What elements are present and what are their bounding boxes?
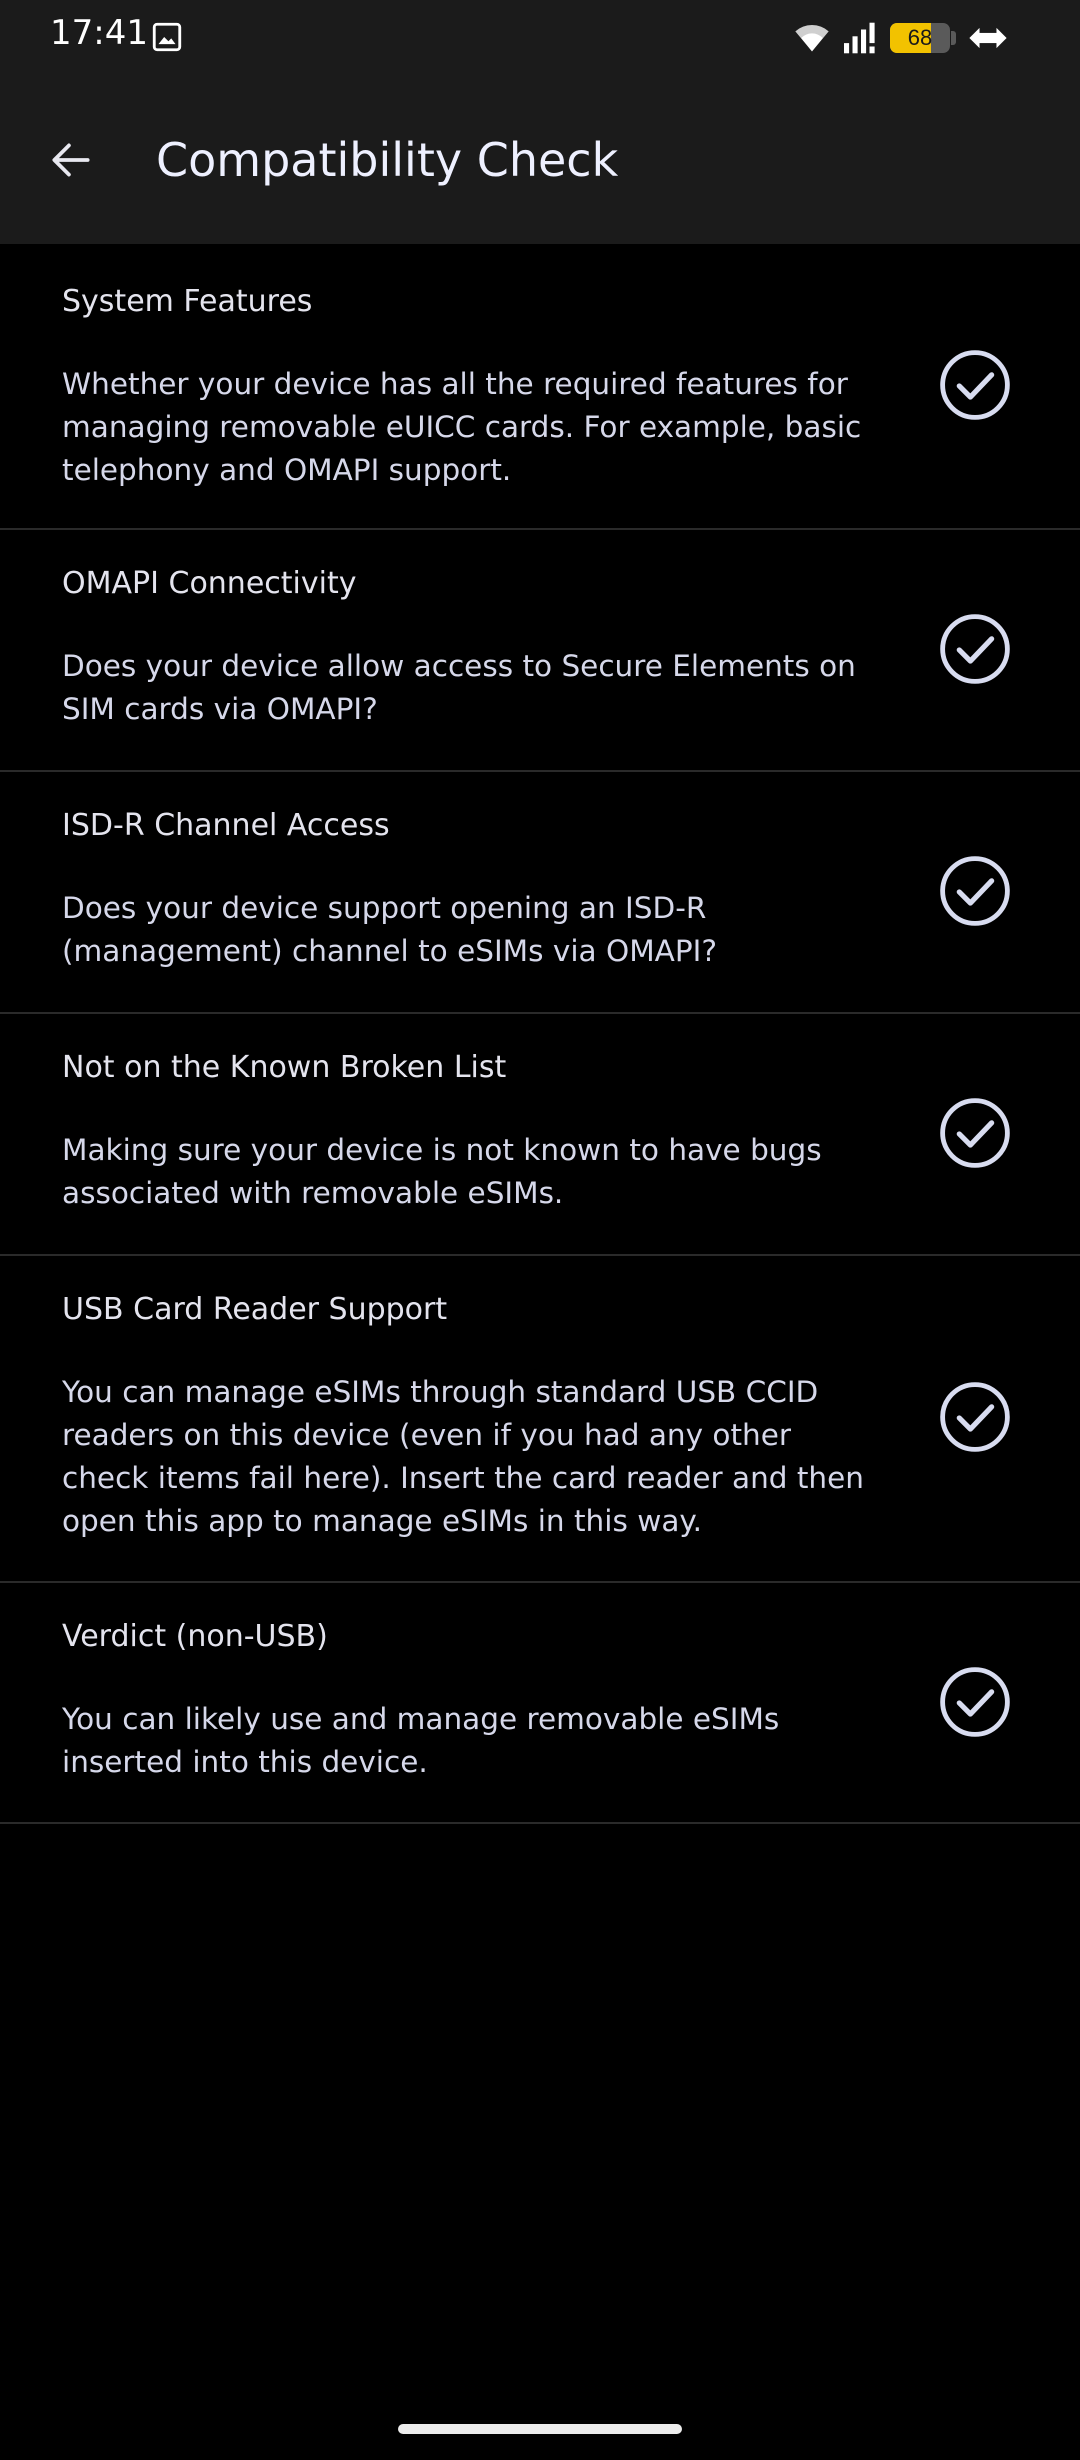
check-circle-icon <box>940 1098 1010 1168</box>
battery-icon: 68 <box>890 23 950 53</box>
status-icons: 68 <box>792 18 1010 58</box>
check-item-verdict: Verdict (non-USB) You can likely use and… <box>0 1583 1080 1824</box>
signal-icon <box>844 22 875 54</box>
check-list: System Features Whether your device has … <box>0 244 1080 1824</box>
page-title: Compatibility Check <box>156 133 619 187</box>
check-circle-icon <box>940 856 1010 926</box>
check-item-usb-card-reader: USB Card Reader Support You can manage e… <box>0 1256 1080 1583</box>
image-icon <box>152 22 182 52</box>
check-item-title: ISD-R Channel Access <box>62 808 390 843</box>
check-item-title: System Features <box>62 284 313 319</box>
home-indicator[interactable] <box>398 2424 682 2434</box>
check-item-title: Not on the Known Broken List <box>62 1050 507 1085</box>
check-item-isdr-channel-access: ISD-R Channel Access Does your device su… <box>0 772 1080 1014</box>
check-item-description: Making sure your device is not known to … <box>62 1133 822 1210</box>
link-icon <box>969 27 1007 49</box>
wifi-icon <box>795 24 829 52</box>
check-item-title: Verdict (non-USB) <box>62 1619 328 1654</box>
arrow-left-icon <box>52 143 90 177</box>
check-circle-icon <box>940 1382 1010 1452</box>
check-circle-icon <box>940 614 1010 684</box>
check-item-description: You can manage eSIMs through standard US… <box>62 1375 864 1538</box>
check-item-description: Does your device allow access to Secure … <box>62 649 856 726</box>
battery-cap <box>951 31 956 45</box>
app-bar: Compatibility Check <box>0 75 1080 244</box>
check-item-system-features: System Features Whether your device has … <box>0 244 1080 530</box>
status-bar: 17:41 68 <box>0 0 1080 75</box>
check-item-description: You can likely use and manage removable … <box>62 1702 780 1779</box>
check-item-description: Does your device support opening an ISD-… <box>62 891 717 968</box>
battery-level: 68 <box>907 25 933 50</box>
check-item-known-broken-list: Not on the Known Broken List Making sure… <box>0 1014 1080 1256</box>
check-item-omapi-connectivity: OMAPI Connectivity Does your device allo… <box>0 530 1080 772</box>
check-circle-icon <box>940 350 1010 420</box>
back-button[interactable] <box>36 125 106 195</box>
check-item-title: OMAPI Connectivity <box>62 566 357 601</box>
check-item-description: Whether your device has all the required… <box>62 367 862 487</box>
check-circle-icon <box>940 1667 1010 1737</box>
status-time: 17:41 <box>50 13 148 53</box>
check-item-title: USB Card Reader Support <box>62 1292 448 1327</box>
